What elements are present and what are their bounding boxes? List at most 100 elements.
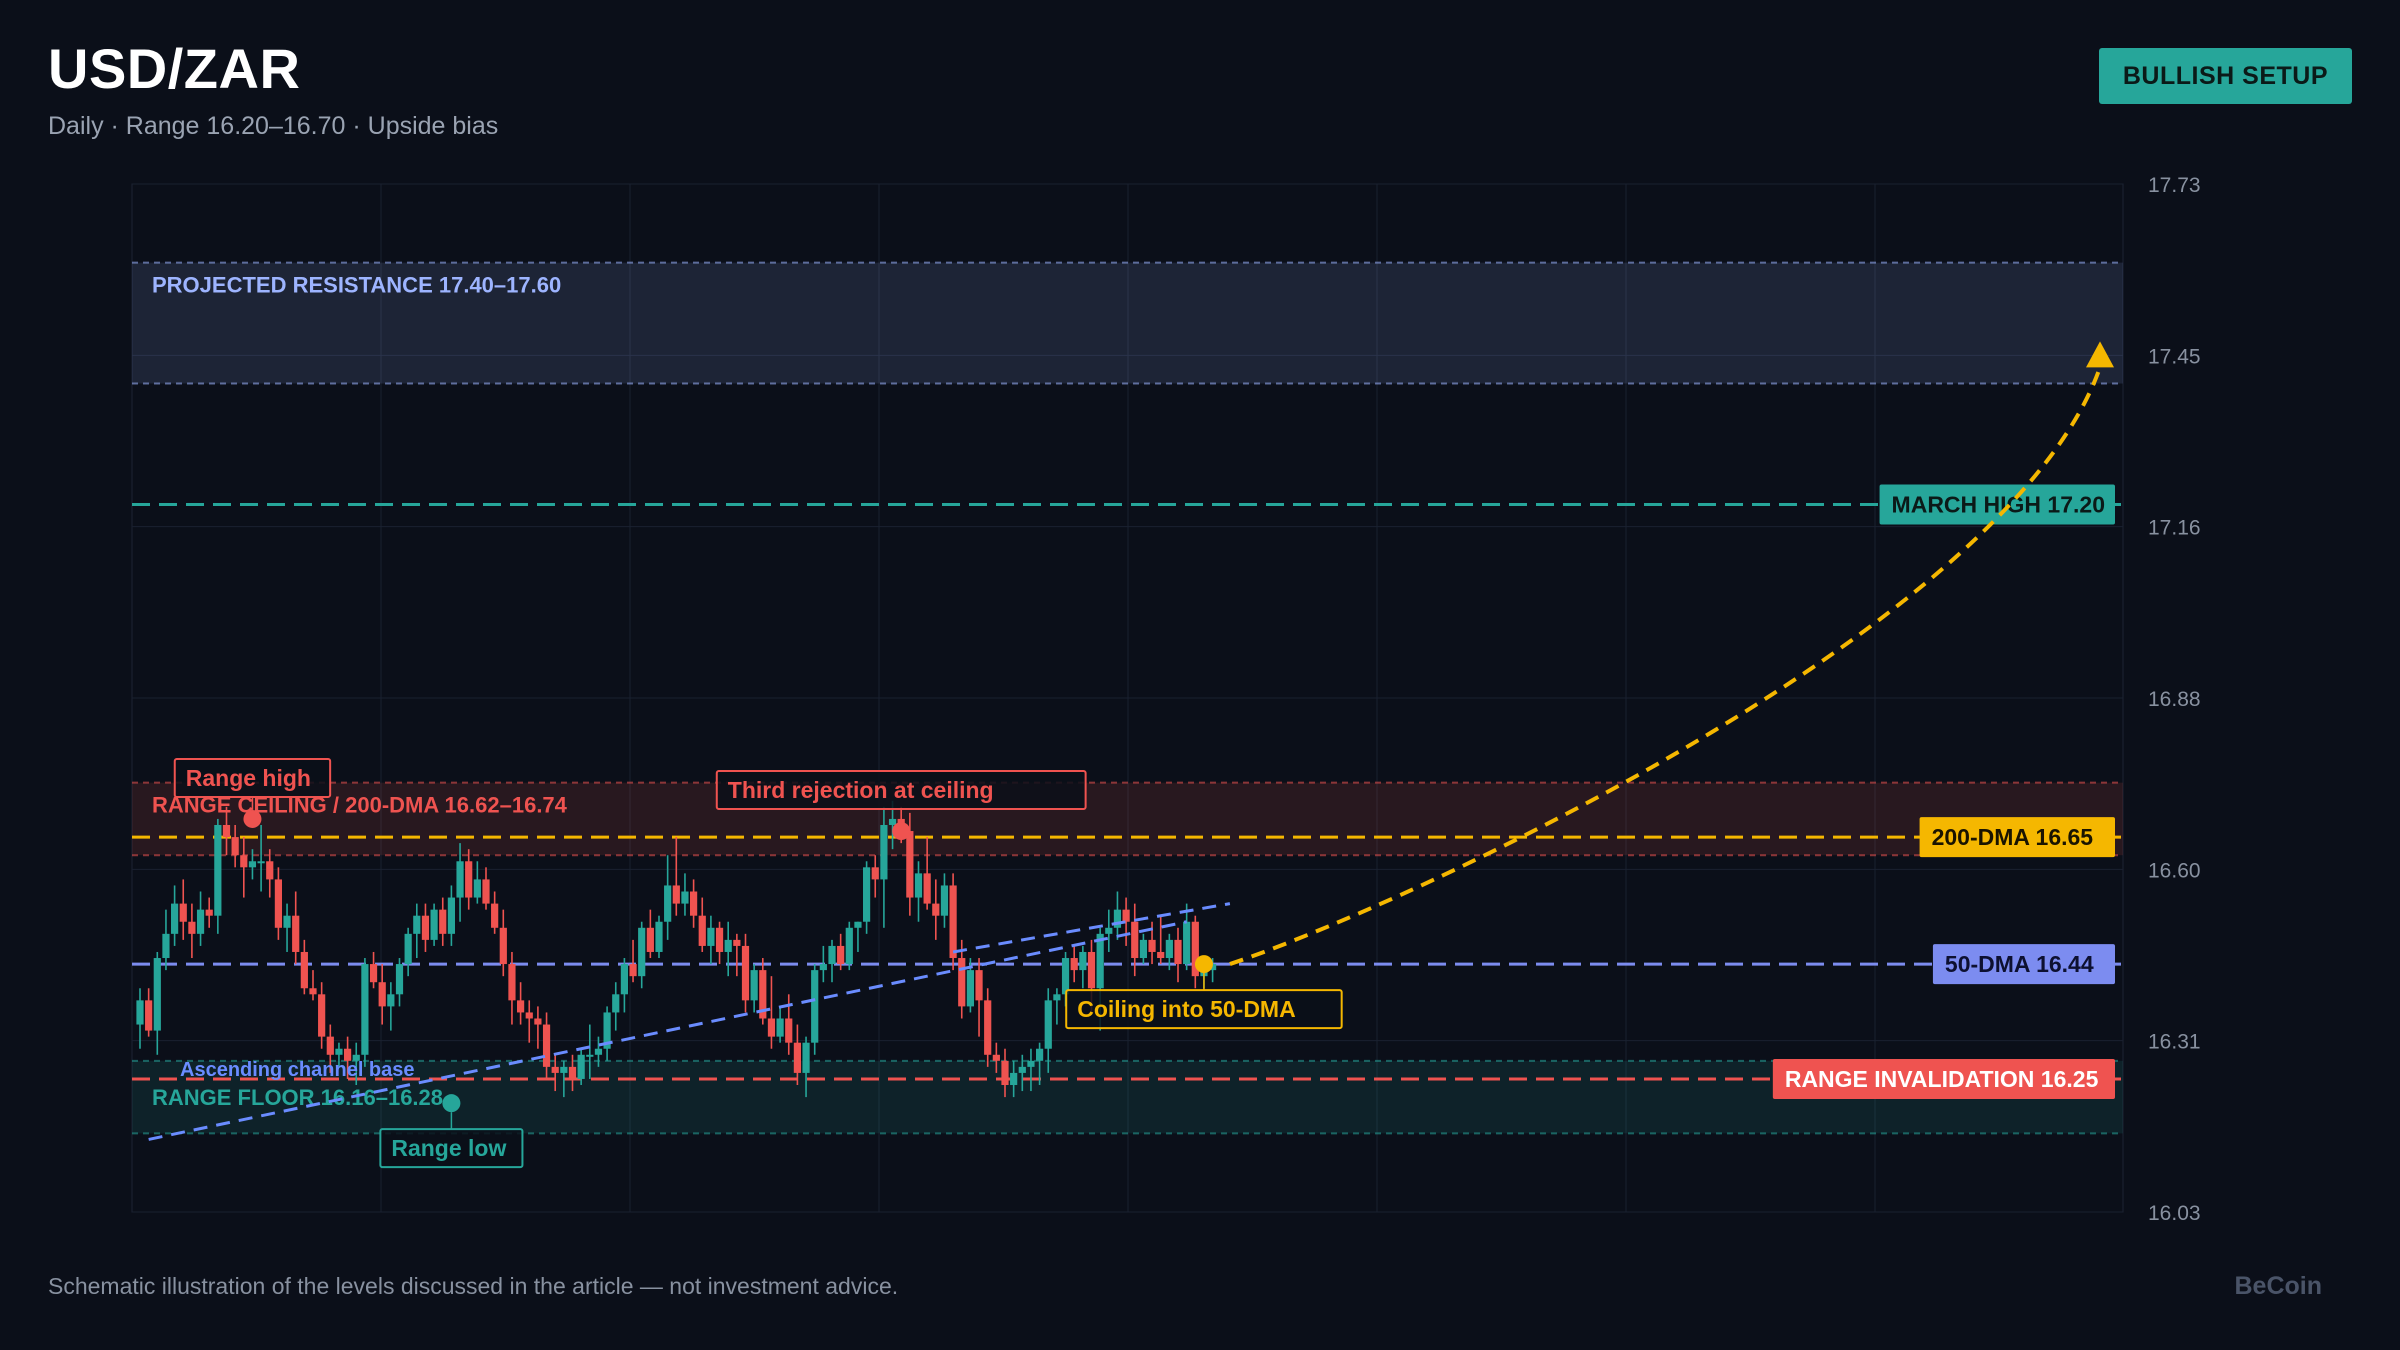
candle-body [205, 909, 213, 916]
level-tag-label: 50-DMA 16.44 [1945, 951, 2094, 977]
candle-body [750, 970, 758, 1001]
candle-body [1036, 1048, 1044, 1061]
annotation-label: Coiling into 50-DMA [1077, 996, 1295, 1022]
candle-body [612, 994, 620, 1013]
candle-body [395, 964, 404, 995]
candle-body [733, 939, 741, 946]
candle-body [447, 897, 455, 934]
candle-body [335, 1048, 343, 1055]
annotation-label: Range high [186, 765, 311, 791]
annotation-marker [1194, 955, 1213, 974]
candle-body [542, 1024, 551, 1067]
candle-body [404, 933, 412, 965]
candle-body [1053, 994, 1061, 1001]
candle-body [465, 861, 473, 898]
candle-body [369, 964, 378, 983]
candle-body [914, 873, 923, 898]
candle-body [586, 1054, 594, 1057]
y-tick-label: 17.73 [2148, 174, 2201, 197]
candle-body [482, 879, 490, 904]
candle-body [1027, 1060, 1035, 1067]
candle-body [257, 861, 265, 864]
candle-body [698, 915, 706, 946]
candle-body [525, 1012, 533, 1019]
candle-body [888, 818, 897, 825]
candle-body [136, 1000, 144, 1025]
candle-body [966, 970, 974, 1007]
candle-body [188, 921, 196, 934]
candle-body [655, 921, 663, 952]
candle-body [577, 1054, 585, 1079]
candle-body [318, 994, 326, 1037]
candle-body [162, 933, 170, 959]
candle-body [845, 927, 853, 965]
candle-body [629, 964, 637, 977]
candle-body [248, 861, 257, 868]
candle-body [1183, 921, 1191, 965]
candle-body [681, 891, 689, 904]
y-tick-label: 17.16 [2148, 517, 2201, 540]
candle-body [932, 903, 940, 916]
candle-body [1010, 1072, 1018, 1086]
candle-body [274, 879, 282, 928]
candle-body [828, 945, 836, 965]
candle-body [300, 951, 308, 989]
candle-body [923, 873, 931, 904]
annotation-marker [442, 1094, 461, 1113]
candle-body [1122, 909, 1130, 922]
candle-body [594, 1048, 603, 1055]
candle-body [707, 927, 715, 946]
y-tick-label: 16.88 [2148, 688, 2201, 711]
candle-body [473, 879, 481, 898]
candle-body [837, 945, 845, 965]
candle-body [690, 891, 698, 916]
y-tick-label: 17.45 [2148, 345, 2201, 368]
annotation-label: Range low [391, 1135, 506, 1161]
candle-body [378, 982, 386, 1007]
candle-body [171, 903, 179, 934]
candle-body [326, 1036, 334, 1055]
candle-body [1044, 1000, 1052, 1049]
candle-body [1157, 951, 1165, 959]
candle-body [1079, 951, 1087, 971]
candle-body [560, 1066, 568, 1073]
candle-body [361, 964, 369, 1055]
zone-label: RANGE FLOOR 16.16–16.28 [152, 1085, 443, 1110]
candle-body [231, 837, 239, 856]
candle-body [508, 964, 516, 1001]
candle-body [940, 885, 949, 916]
candle-body [992, 1054, 1000, 1061]
candle-body [534, 1018, 542, 1025]
candle-body [1018, 1066, 1026, 1073]
candle-body [819, 964, 827, 971]
candle-body [266, 861, 274, 880]
candle-body [145, 1000, 153, 1031]
y-tick-label: 16.60 [2148, 859, 2201, 882]
candle-body [1139, 939, 1147, 959]
candle-body [179, 903, 187, 922]
candle-body [214, 824, 222, 916]
candle-body [741, 945, 750, 1001]
candle-body [811, 970, 819, 1043]
candle-body [638, 927, 646, 977]
annotation-marker [243, 809, 262, 828]
candle-body [1165, 939, 1173, 959]
candle-body [1061, 958, 1070, 995]
candle-body [1070, 958, 1078, 971]
candle-body [672, 885, 680, 904]
candle-body [283, 915, 291, 928]
candle-body [785, 1018, 793, 1043]
candle-body [863, 867, 871, 922]
candle-body [196, 909, 205, 934]
candle-body [906, 831, 914, 898]
candle-body [793, 1042, 801, 1073]
candle-body [1131, 921, 1139, 959]
candle-body [958, 958, 966, 1007]
candle-body [413, 915, 421, 934]
candle-body [430, 909, 438, 940]
candle-body [776, 1018, 784, 1037]
candle-body [880, 824, 888, 880]
candle-body [153, 958, 161, 1031]
candle-body [387, 994, 395, 1007]
candle-body [456, 861, 464, 898]
